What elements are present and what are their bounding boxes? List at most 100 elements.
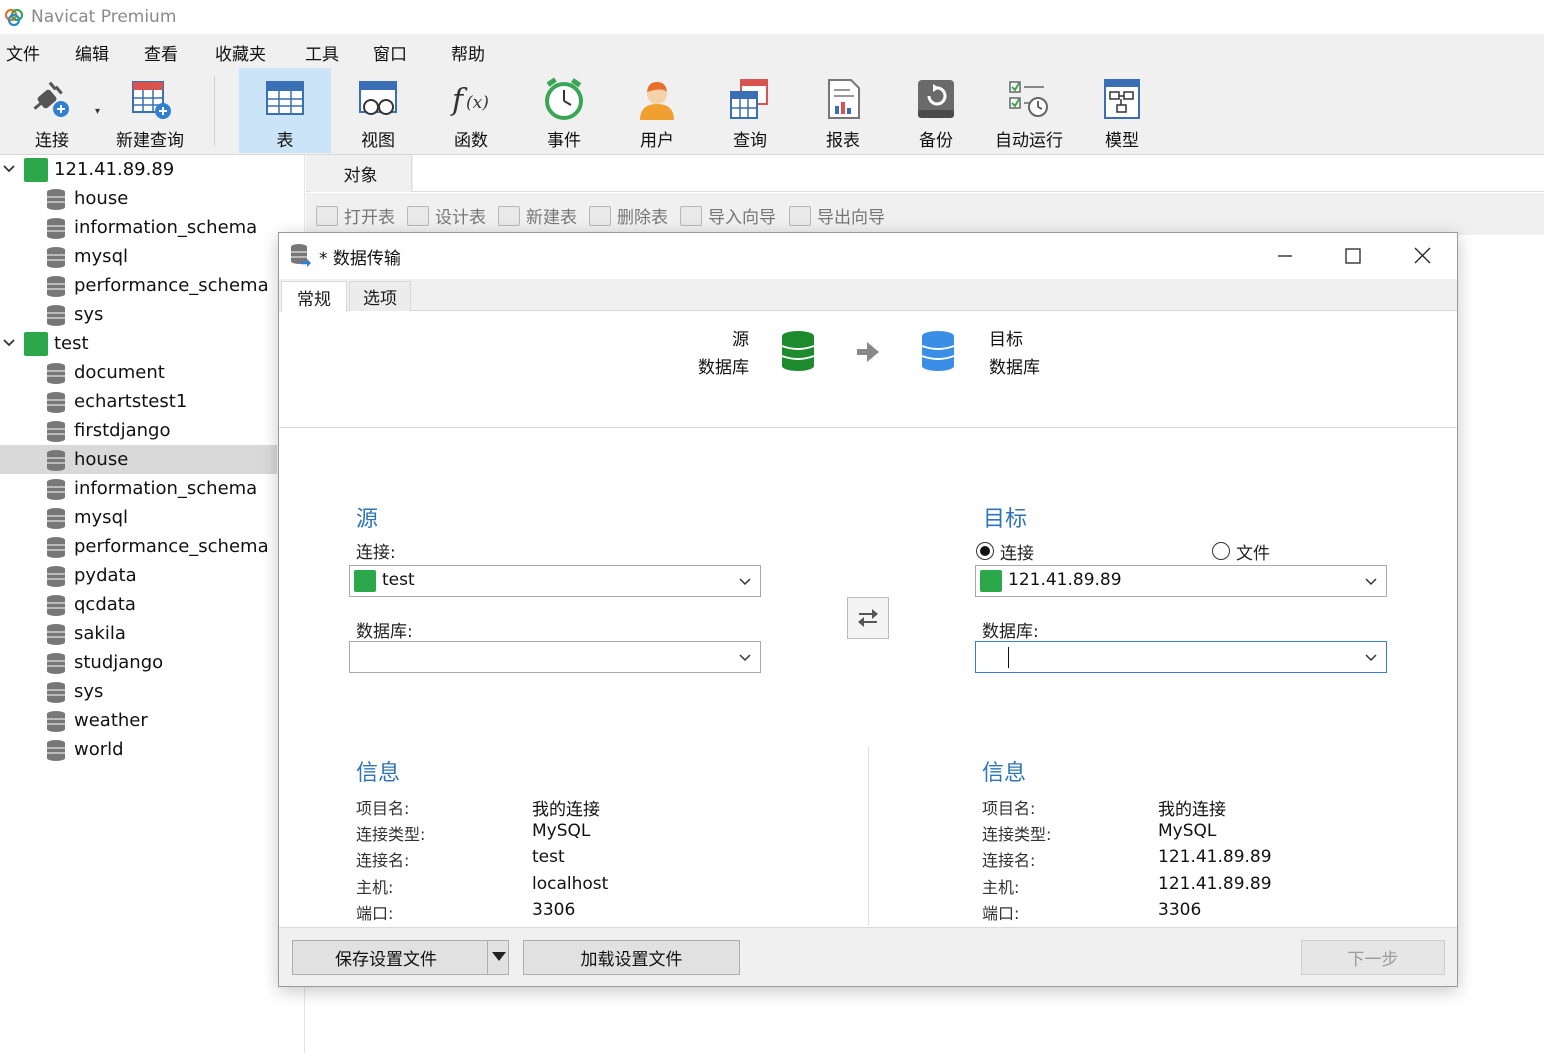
tree-database-row[interactable]: sakila (0, 619, 277, 648)
tree-database-row[interactable]: weather (0, 706, 277, 735)
toolbar-view-button[interactable]: 视图 (332, 68, 424, 153)
toolbar-query-button[interactable]: 查询 (704, 68, 796, 153)
import-wizard-button[interactable]: 导入向导 (680, 203, 776, 228)
export-wizard-icon (789, 205, 811, 226)
database-name: pydata (74, 565, 137, 586)
header-target-line2: 数据库 (989, 358, 1040, 378)
target-connection-radio-label[interactable]: 连接 (1000, 539, 1034, 564)
tree-database-row[interactable]: document (0, 358, 277, 387)
connection-tree: 121.41.89.89 house information_schema my… (0, 155, 305, 1053)
menu-help[interactable]: 帮助 (451, 40, 485, 65)
alarm-clock-icon (545, 77, 583, 120)
target-connection-radio[interactable] (976, 542, 994, 560)
load-profile-button[interactable]: 加载设置文件 (523, 940, 740, 975)
maximize-icon[interactable] (1327, 241, 1377, 271)
chevron-down-icon (739, 654, 751, 662)
tree-database-row[interactable]: information_schema (0, 213, 277, 242)
toolbar-table-button[interactable]: 表 (239, 68, 331, 153)
toolbar-label: 备份 (919, 131, 953, 151)
tree-database-row[interactable]: mysql (0, 503, 277, 532)
toolbar-automation-button[interactable]: 自动运行 (983, 68, 1075, 153)
source-connection-select[interactable]: test (349, 565, 761, 597)
menu-file[interactable]: 文件 (6, 40, 40, 65)
database-name: performance_schema (74, 536, 269, 557)
tree-database-row[interactable]: house (0, 184, 277, 213)
swap-button[interactable] (847, 597, 889, 639)
toolbar-connect-button[interactable]: 连接 (6, 68, 98, 153)
dialog-footer: 保存设置文件 加载设置文件 下一步 (279, 927, 1457, 986)
tree-connection-row[interactable]: test (0, 329, 277, 358)
database-icon (47, 595, 65, 616)
mysql-connection-icon (980, 570, 1002, 592)
toolbar-model-button[interactable]: 模型 (1076, 68, 1168, 153)
delete-table-button[interactable]: 删除表 (589, 203, 668, 228)
menu-edit[interactable]: 编辑 (75, 40, 109, 65)
tab-objects[interactable]: 对象 (310, 155, 412, 192)
delete-table-label: 删除表 (617, 208, 668, 228)
source-database-select[interactable] (349, 641, 761, 673)
tree-database-row[interactable]: sys (0, 300, 277, 329)
app-title: Navicat Premium (31, 7, 177, 27)
target-file-radio-label[interactable]: 文件 (1236, 539, 1270, 564)
user-icon (640, 82, 674, 120)
new-query-icon (132, 81, 171, 119)
menu-window[interactable]: 窗口 (373, 40, 407, 65)
tree-database-row[interactable]: mysql (0, 242, 277, 271)
tree-database-row[interactable]: pydata (0, 561, 277, 590)
database-icon (47, 566, 65, 587)
close-icon[interactable] (1397, 241, 1447, 271)
dialog-tab-bar: 常规 选项 (279, 279, 1457, 312)
target-database-select[interactable] (975, 641, 1387, 673)
tree-database-row[interactable]: qcdata (0, 590, 277, 619)
toolbar-report-button[interactable]: 报表 (797, 68, 889, 153)
toolbar-user-button[interactable]: 用户 (611, 68, 703, 153)
tab-general[interactable]: 常规 (281, 281, 347, 312)
plug-connect-icon (33, 81, 69, 117)
header-source-line1: 源 (732, 330, 749, 350)
open-table-button[interactable]: 打开表 (316, 203, 395, 228)
tree-database-row[interactable]: sys (0, 677, 277, 706)
dialog-title-bar[interactable]: * 数据传输 (279, 233, 1457, 279)
toolbar-event-button[interactable]: 事件 (518, 68, 610, 153)
database-name: performance_schema (74, 275, 269, 296)
tree-database-row[interactable]: performance_schema (0, 532, 277, 561)
toolbar-new-query-button[interactable]: 新建查询 (104, 68, 196, 153)
save-profile-button[interactable]: 保存设置文件 (292, 940, 509, 975)
source-section-title: 源 (356, 507, 379, 532)
new-table-button[interactable]: 新建表 (498, 203, 577, 228)
connect-dropdown-arrow-icon[interactable]: ▾ (95, 106, 100, 117)
target-connection-select[interactable]: 121.41.89.89 (975, 565, 1387, 597)
database-icon (47, 479, 65, 500)
menu-tools[interactable]: 工具 (305, 40, 339, 65)
tree-database-row[interactable]: performance_schema (0, 271, 277, 300)
toolbar-separator (214, 76, 215, 146)
chevron-down-icon[interactable] (2, 159, 16, 179)
report-icon (828, 79, 860, 119)
menu-view[interactable]: 查看 (144, 40, 178, 65)
target-file-radio[interactable] (1212, 542, 1230, 560)
tree-database-row[interactable]: firstdjango (0, 416, 277, 445)
source-connection-label: 连接: (356, 543, 396, 563)
svg-text:(x): (x) (466, 93, 489, 113)
tab-options[interactable]: 选项 (349, 281, 411, 311)
info-value: MySQL (1158, 821, 1217, 841)
design-table-button[interactable]: 设计表 (407, 203, 486, 228)
tree-database-row[interactable]: world (0, 735, 277, 764)
source-database-label: 数据库: (356, 622, 413, 642)
export-wizard-button[interactable]: 导出向导 (789, 203, 885, 228)
query-icon (730, 79, 768, 119)
data-transfer-dialog: * 数据传输 常规 选项 源 数据库 目标 数据库 源 连接: test 数据库… (278, 232, 1458, 987)
tree-database-row[interactable]: echartstest1 (0, 387, 277, 416)
object-toolbar: 打开表 设计表 新建表 删除表 导入向导 导出向导 (306, 193, 1544, 235)
toolbar-backup-button[interactable]: 备份 (890, 68, 982, 153)
minimize-icon[interactable] (1259, 241, 1309, 271)
next-button[interactable]: 下一步 (1301, 940, 1445, 975)
save-profile-dropdown[interactable] (487, 941, 509, 974)
tree-database-row[interactable]: studjango (0, 648, 277, 677)
tree-database-row[interactable]: information_schema (0, 474, 277, 503)
toolbar-function-button[interactable]: f (x) 函数 (425, 68, 517, 153)
chevron-down-icon[interactable] (2, 333, 16, 353)
menu-favorites[interactable]: 收藏夹 (215, 40, 266, 65)
tree-connection-row[interactable]: 121.41.89.89 (0, 155, 277, 184)
tree-database-row-selected[interactable]: house (0, 445, 277, 474)
